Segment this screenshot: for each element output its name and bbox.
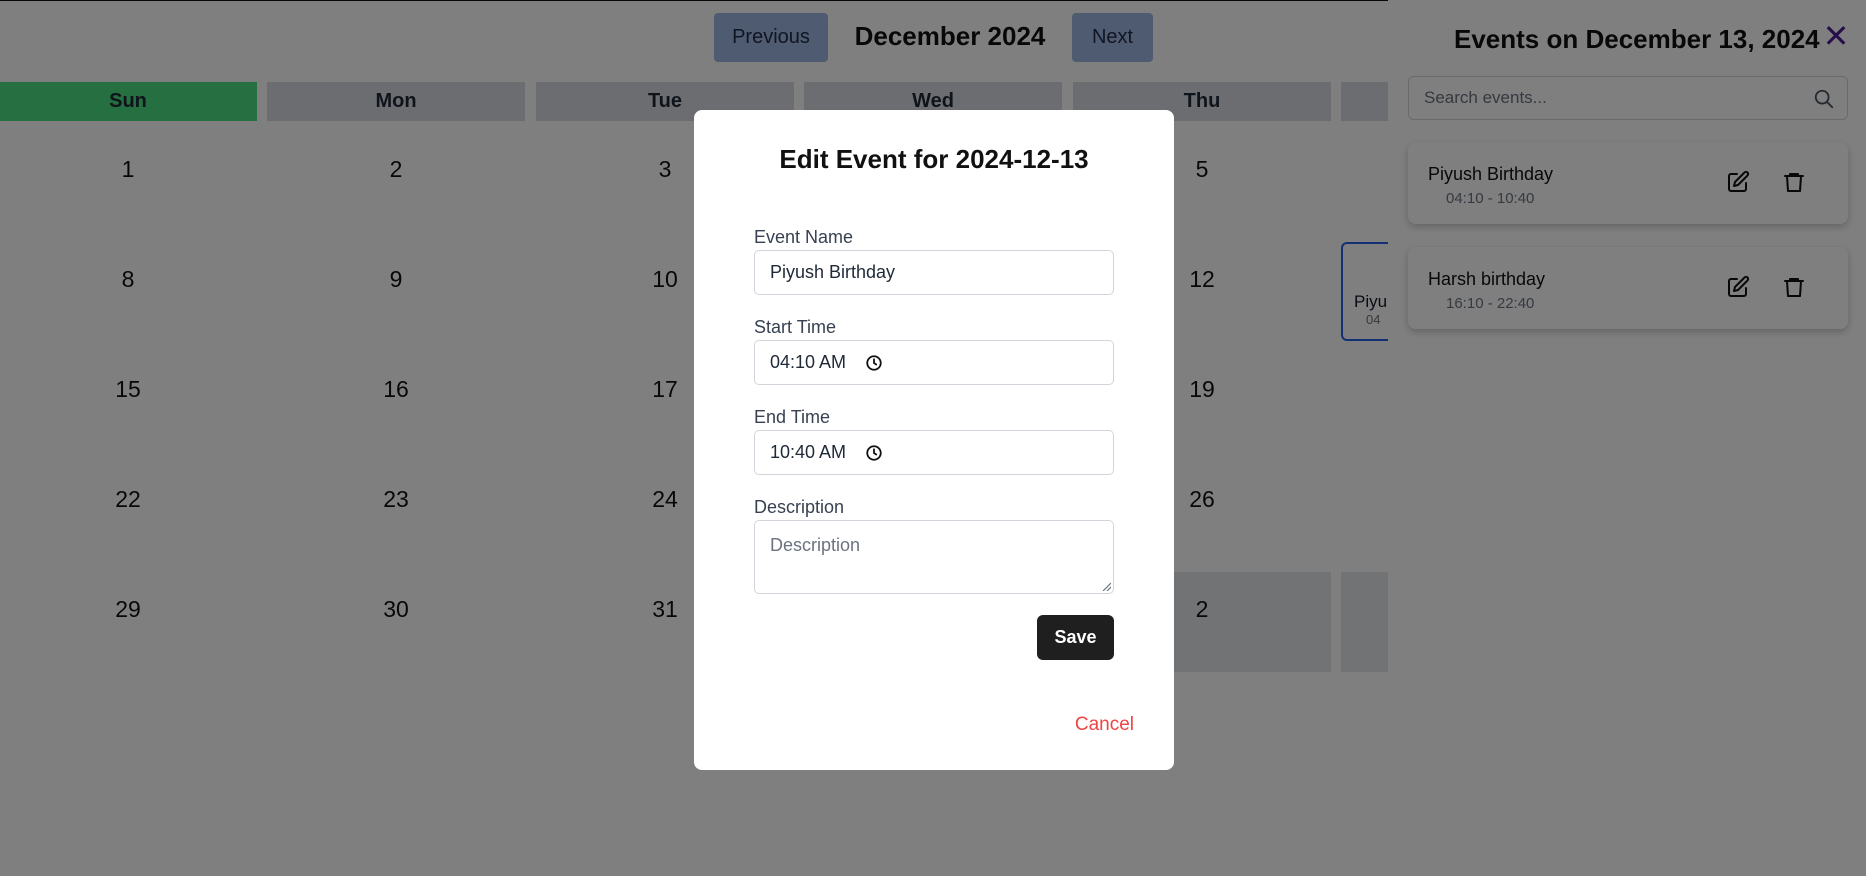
start-time-value: 04:10 AM [770, 352, 847, 372]
start-time-field[interactable]: 04:10 AM [754, 340, 1114, 385]
modal-title: Edit Event for 2024-12-13 [779, 144, 1089, 174]
event-name-field[interactable]: Piyush Birthday [754, 250, 1114, 295]
edit-event-modal: Edit Event for 2024-12-13 Event Name Piy… [694, 110, 1174, 770]
end-time-field[interactable]: 10:40 AM [754, 430, 1114, 475]
cancel-button[interactable]: Cancel [1074, 714, 1134, 736]
clock-icon[interactable] [865, 444, 883, 462]
resize-handle-icon[interactable] [1101, 581, 1111, 591]
event-name-label: Event Name [754, 227, 854, 247]
end-time-label: End Time [754, 407, 831, 427]
description-placeholder: Description [770, 535, 861, 555]
start-time-label: Start Time [754, 317, 837, 337]
clock-icon[interactable] [865, 354, 883, 372]
save-button[interactable]: Save [1037, 615, 1114, 660]
description-textarea[interactable]: Description [754, 520, 1114, 594]
end-time-value: 10:40 AM [770, 442, 847, 462]
description-label: Description [754, 497, 845, 517]
